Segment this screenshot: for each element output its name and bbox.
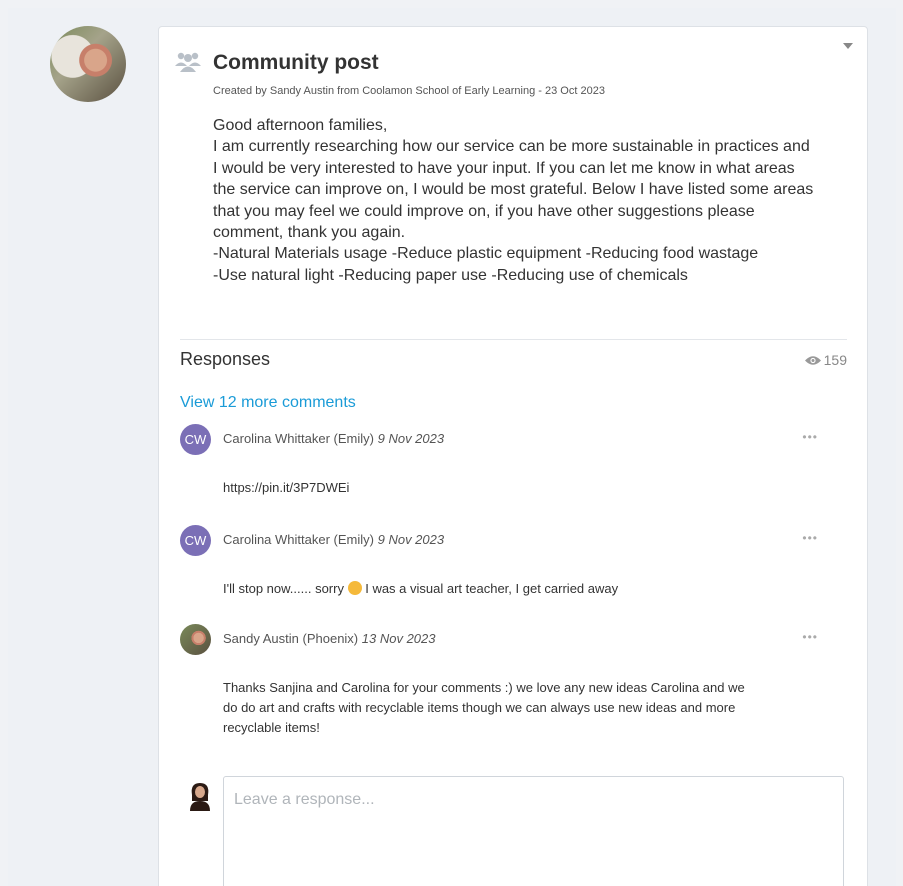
eye-icon — [804, 355, 821, 365]
response-input[interactable] — [223, 776, 844, 886]
comment-author[interactable]: Carolina Whittaker (Emily) — [223, 532, 374, 547]
comment-author[interactable]: Carolina Whittaker (Emily) — [223, 431, 374, 446]
author-avatar[interactable] — [50, 26, 126, 102]
post-card: Community post Created by Sandy Austin f… — [158, 26, 868, 886]
post-body-line: Good afternoon families, — [213, 117, 388, 134]
more-icon[interactable]: ••• — [802, 430, 818, 444]
view-more-comments-link[interactable]: View 12 more comments — [180, 394, 356, 412]
view-count-value: 159 — [823, 352, 847, 368]
avatar[interactable]: CW — [180, 525, 211, 556]
current-user-avatar — [190, 783, 210, 811]
comment-date: 13 Nov 2023 — [361, 631, 436, 646]
avatar[interactable]: CW — [180, 424, 211, 455]
post-body-line: -Use natural light -Reducing paper use -… — [213, 266, 688, 284]
emoji-icon — [347, 581, 362, 595]
group-icon — [175, 52, 201, 72]
post-title: Community post — [213, 51, 379, 74]
post-body-line: comment, thank you again. — [213, 224, 406, 242]
comment-text-part: I'll stop now...... sorry — [223, 581, 344, 596]
comment-text-line: do do art and crafts with recyclable ite… — [223, 700, 736, 715]
comment-text-line: Thanks Sanjina and Carolina for your com… — [223, 680, 745, 695]
comment-header: Carolina Whittaker (Emily) 9 Nov 2023 — [223, 532, 444, 547]
comment-text: Thanks Sanjina and Carolina for your com… — [223, 678, 823, 738]
post-body-line: -Natural Materials usage -Reduce plastic… — [213, 245, 759, 263]
comment-author[interactable]: Sandy Austin (Phoenix) — [223, 631, 358, 646]
more-icon[interactable]: ••• — [802, 630, 818, 644]
comment-header: Carolina Whittaker (Emily) 9 Nov 2023 — [223, 431, 444, 446]
post-body: Good afternoon families, I am currently … — [213, 115, 853, 286]
post-body-line: the service can improve on, I would be m… — [213, 181, 814, 199]
comment-text-part: I was a visual art teacher, I get carrie… — [365, 581, 619, 596]
comment-header: Sandy Austin (Phoenix) 13 Nov 2023 — [223, 631, 436, 646]
more-icon[interactable]: ••• — [802, 531, 818, 545]
post-body-line: I would be very interested to have your … — [213, 159, 795, 177]
post-body-line: I am currently researching how our servi… — [213, 138, 810, 156]
comment-text: I'll stop now...... sorry I was a visual… — [223, 579, 823, 599]
post-body-line: that you may feel we could improve on, i… — [213, 202, 755, 220]
post-meta: Created by Sandy Austin from Coolamon Sc… — [213, 85, 605, 97]
responses-title: Responses — [180, 349, 271, 369]
comment-text[interactable]: https://pin.it/3P7DWEi — [223, 478, 823, 498]
comment-date: 9 Nov 2023 — [377, 431, 445, 446]
divider — [180, 339, 847, 340]
comment-text-line: recyclable items! — [223, 720, 320, 735]
avatar[interactable] — [180, 624, 211, 655]
chevron-down-icon[interactable] — [843, 43, 853, 49]
view-count: 159 — [804, 352, 847, 368]
comment-date: 9 Nov 2023 — [377, 532, 445, 547]
